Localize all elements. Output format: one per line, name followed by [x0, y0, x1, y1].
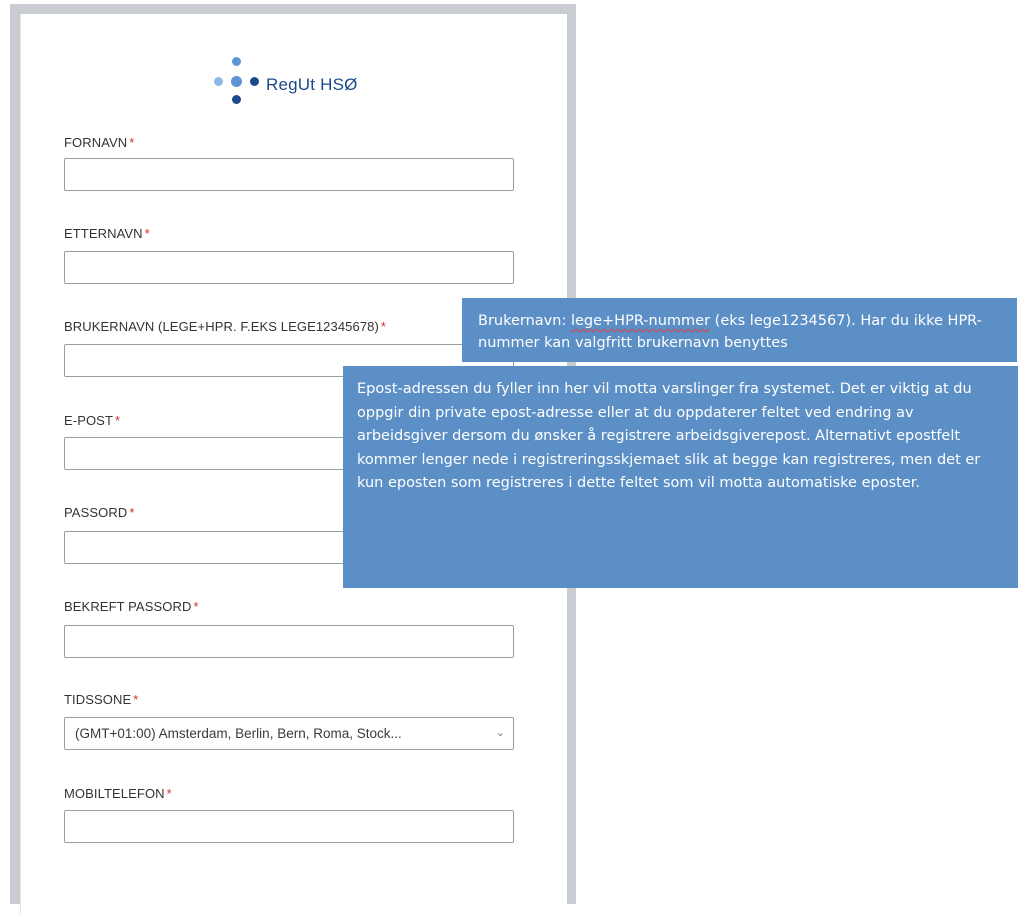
epost-label: E-POST * [64, 413, 120, 428]
required-asterisk: * [144, 226, 150, 241]
brukernavn-label: BRUKERNAVN (LEGE+HPR. F.EKS LEGE12345678… [64, 319, 386, 334]
fornavn-label-text: FORNAVN [64, 135, 128, 150]
passord-label: PASSORD * [64, 505, 134, 520]
tidssone-selected-value: (GMT+01:00) Amsterdam, Berlin, Bern, Rom… [75, 726, 402, 741]
epost-label-text: E-POST [64, 413, 113, 428]
required-asterisk: * [115, 413, 121, 428]
required-asterisk: * [166, 786, 172, 801]
etternavn-input[interactable] [64, 251, 514, 284]
fornavn-label: FORNAVN * [64, 135, 134, 150]
tidssone-label-text: TIDSSONE [64, 692, 132, 707]
bekreft-passord-label: BEKREFT PASSORD * [64, 599, 199, 614]
username-help-prefix: Brukernavn: [478, 313, 571, 329]
bekreft-passord-label-text: BEKREFT PASSORD [64, 599, 192, 614]
passord-label-text: PASSORD [64, 505, 128, 520]
email-help-text: Epost-adressen du fyller inn her vil mot… [357, 381, 981, 492]
brand-name: RegUt HSØ [266, 75, 358, 94]
etternavn-label: ETTERNAVN * [64, 226, 150, 241]
brukernavn-label-text: BRUKERNAVN (LEGE+HPR. F.EKS LEGE12345678… [64, 319, 379, 334]
required-asterisk: * [129, 135, 135, 150]
mobiltelefon-input[interactable] [64, 810, 514, 843]
required-asterisk: * [133, 692, 139, 707]
tidssone-label: TIDSSONE * [64, 692, 138, 707]
mobiltelefon-label-text: MOBILTELEFON [64, 786, 165, 801]
etternavn-label-text: ETTERNAVN [64, 226, 143, 241]
chevron-down-icon: ⌄ [495, 727, 505, 739]
email-help-callout: Epost-adressen du fyller inn her vil mot… [343, 366, 1018, 588]
logo-dot-top [232, 57, 241, 66]
logo-dot-right [250, 77, 259, 86]
username-help-underlined: lege+HPR-nummer [570, 313, 711, 329]
tidssone-select[interactable]: (GMT+01:00) Amsterdam, Berlin, Bern, Rom… [64, 717, 514, 750]
username-help-callout: Brukernavn: lege+HPR-nummer (eks lege123… [462, 298, 1017, 362]
mobiltelefon-label: MOBILTELEFON * [64, 786, 172, 801]
required-asterisk: * [129, 505, 135, 520]
fornavn-input[interactable] [64, 158, 514, 191]
required-asterisk: * [380, 319, 387, 334]
logo-dot-bottom [232, 95, 241, 104]
logo-dot-left [214, 77, 223, 86]
bekreft-passord-input[interactable] [64, 625, 514, 658]
required-asterisk: * [193, 599, 199, 614]
logo-dot-center [231, 76, 242, 87]
